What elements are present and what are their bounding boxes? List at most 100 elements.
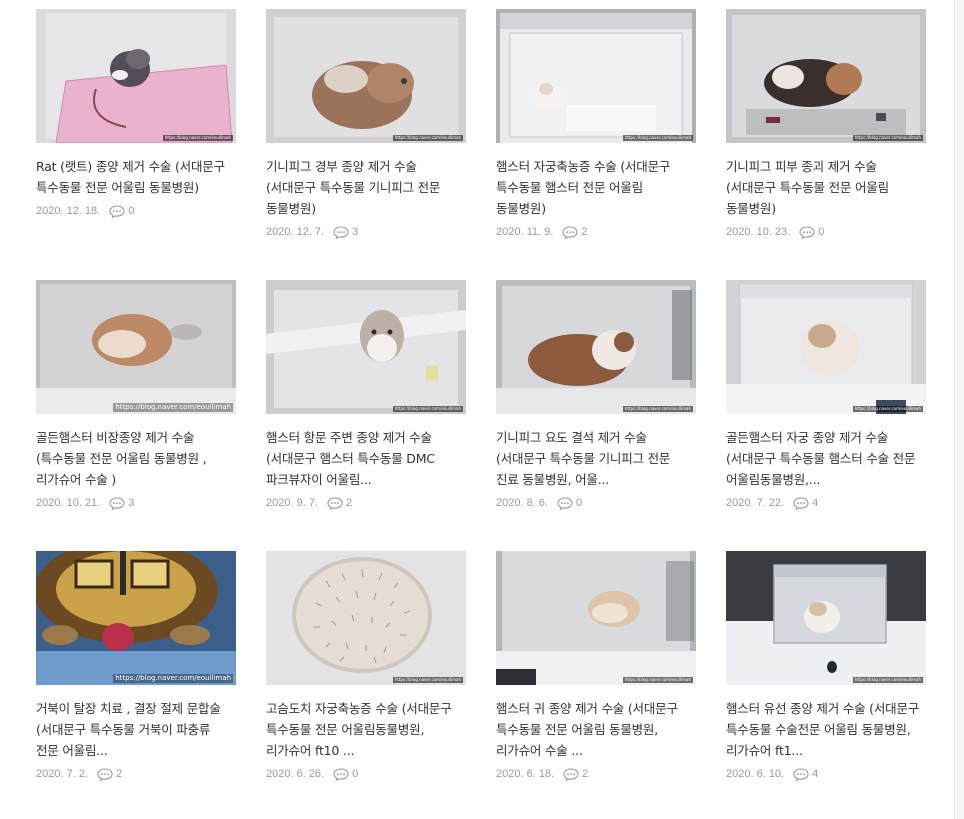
post-date: 2020. 7. 22. (726, 497, 785, 509)
thumbnail-watermark: https://blog.naver.com/eoullimah (852, 135, 923, 141)
post-card[interactable]: https://blog.naver.com/eoullimah 골든햄스터 자… (726, 280, 926, 511)
post-title[interactable]: 햄스터 귀 종양 제거 수술 (서대문구 특수동물 전문 어울림 동물병원, 리… (496, 698, 696, 761)
comment-count[interactable]: 0 (333, 767, 359, 781)
post-thumbnail[interactable]: https://blog.naver.com/eoullimah (726, 280, 926, 414)
post-date: 2020. 6. 10. (726, 768, 785, 780)
post-thumbnail[interactable]: https://blog.naver.com/eoullimah (496, 280, 696, 414)
post-title[interactable]: 거북이 탈장 치료 , 결장 절제 문합술 (서대문구 특수동물 거북이 파충류… (36, 698, 236, 761)
post-card[interactable]: https://blog.naver.com/eoullimah 거북이 탈장 … (36, 551, 236, 782)
comment-count-value: 0 (128, 205, 135, 217)
page-scroll-edge (954, 0, 964, 819)
post-card[interactable]: https://blog.naver.com/eoullimah 햄스터 귀 종… (496, 551, 696, 782)
post-meta: 2020. 9. 7. 2 (266, 495, 466, 511)
hamster-box-photo (266, 280, 466, 414)
post-thumbnail[interactable]: https://blog.naver.com/eoullimah (726, 551, 926, 685)
comment-count[interactable]: 2 (327, 496, 353, 510)
comment-bubble-icon (562, 225, 578, 239)
comment-count-value: 2 (582, 768, 589, 780)
comment-count-value: 0 (352, 768, 359, 780)
comment-bubble-icon (793, 496, 809, 510)
comment-bubble-icon (109, 204, 125, 218)
comment-bubble-icon (333, 767, 349, 781)
post-thumbnail[interactable]: https://blog.naver.com/eoullimah (496, 551, 696, 685)
post-date: 2020. 6. 26. (266, 768, 325, 780)
post-card[interactable]: https://blog.naver.com/eoullimah Rat (랫트… (36, 9, 236, 219)
post-card[interactable]: https://blog.naver.com/eoullimah 햄스터 자궁축… (496, 9, 696, 240)
post-card[interactable]: https://blog.naver.com/eoullimah 골든햄스터 비… (36, 280, 236, 511)
post-card[interactable]: https://blog.naver.com/eoullimah 햄스터 유선 … (726, 551, 926, 782)
post-date: 2020. 11. 9. (496, 226, 554, 238)
post-title[interactable]: Rat (랫트) 종양 제거 수술 (서대문구 특수동물 전문 어울림 동물병원… (36, 156, 236, 198)
post-meta: 2020. 6. 10. 4 (726, 766, 926, 782)
post-date: 2020. 12. 7. (266, 226, 325, 238)
post-title[interactable]: 기니피그 피부 종괴 제거 수술 (서대문구 특수동물 전문 어울림 동물병원) (726, 156, 926, 219)
thumbnail-watermark: https://blog.naver.com/eoullimah (113, 403, 233, 412)
comment-bubble-icon (557, 496, 573, 510)
post-date: 2020. 7. 2. (36, 768, 88, 780)
post-card[interactable]: https://blog.naver.com/eoullimah 기니피그 피부… (726, 9, 926, 240)
post-date: 2020. 10. 23. (726, 226, 791, 238)
comment-count-value: 0 (576, 497, 583, 509)
post-meta: 2020. 6. 18. 2 (496, 766, 696, 782)
thumbnail-watermark: https://blog.naver.com/eoullimah (162, 135, 233, 141)
post-card[interactable]: https://blog.naver.com/eoullimah 햄스터 항문 … (266, 280, 466, 511)
post-title[interactable]: 햄스터 유선 종양 제거 수술 (서대문구 특수동물 수술전문 어울림 동물병원… (726, 698, 926, 761)
post-title[interactable]: 골든햄스터 비장종양 제거 수술 (특수동물 전문 어울림 동물병원 , 리가슈… (36, 427, 236, 490)
post-thumbnail[interactable]: https://blog.naver.com/eoullimah (36, 551, 236, 685)
hamster-box-photo (496, 9, 696, 143)
comment-count-value: 4 (812, 497, 819, 509)
thumbnail-watermark: https://blog.naver.com/eoullimah (622, 135, 693, 141)
comment-count[interactable]: 2 (563, 767, 589, 781)
thumbnail-watermark: https://blog.naver.com/eoullimah (622, 677, 693, 683)
post-title[interactable]: 고슴도치 자궁축농증 수술 (서대문구 특수동물 전문 어울림동물병원, 리가슈… (266, 698, 466, 761)
hedgehog-photo (266, 551, 466, 685)
comment-count[interactable]: 3 (109, 496, 134, 510)
post-card[interactable]: https://blog.naver.com/eoullimah 기니피그 요도… (496, 280, 696, 511)
post-date: 2020. 8. 6. (496, 497, 548, 509)
guinea-pig-photo (266, 9, 466, 143)
post-meta: 2020. 7. 22. 4 (726, 495, 926, 511)
comment-count[interactable]: 0 (557, 496, 583, 510)
comment-bubble-icon (327, 496, 343, 510)
post-title[interactable]: 햄스터 항문 주변 종양 제거 수술 (서대문구 햄스터 특수동물 DMC 파크… (266, 427, 466, 490)
post-title[interactable]: 햄스터 자궁축농증 수술 (서대문구 특수동물 햄스터 전문 어울림 동물병원) (496, 156, 696, 219)
comment-bubble-icon (97, 767, 113, 781)
post-thumbnail[interactable]: https://blog.naver.com/eoullimah (36, 280, 236, 414)
post-thumbnail[interactable]: https://blog.naver.com/eoullimah (726, 9, 926, 143)
post-thumbnail[interactable]: https://blog.naver.com/eoullimah (266, 551, 466, 685)
comment-count[interactable]: 4 (793, 767, 818, 781)
tortoise-photo (36, 551, 236, 685)
comment-count-value: 3 (352, 226, 359, 238)
post-meta: 2020. 12. 7. 3 (266, 224, 466, 240)
post-card[interactable]: https://blog.naver.com/eoullimah 고슴도치 자궁… (266, 551, 466, 782)
comment-count[interactable]: 0 (799, 225, 825, 239)
post-date: 2020. 6. 18. (496, 768, 555, 780)
post-thumbnail[interactable]: https://blog.naver.com/eoullimah (266, 280, 466, 414)
comment-bubble-icon (333, 225, 349, 239)
post-title[interactable]: 기니피그 경부 종양 제거 수술 (서대문구 특수동물 기니피그 전문 동물병원… (266, 156, 466, 219)
post-meta: 2020. 10. 21. 3 (36, 495, 236, 511)
comment-bubble-icon (799, 225, 815, 239)
post-date: 2020. 12. 18. (36, 205, 101, 217)
hamster-box-photo (726, 551, 926, 685)
post-thumbnail[interactable]: https://blog.naver.com/eoullimah (496, 9, 696, 143)
comment-count[interactable]: 2 (562, 225, 587, 239)
comment-count-value: 2 (346, 497, 353, 509)
post-thumbnail[interactable]: https://blog.naver.com/eoullimah (36, 9, 236, 143)
comment-count[interactable]: 4 (793, 496, 819, 510)
comment-count[interactable]: 0 (109, 204, 135, 218)
comment-count[interactable]: 2 (97, 767, 122, 781)
post-title[interactable]: 기니피그 요도 결석 제거 수술 (서대문구 특수동물 기니피그 전문 진료 동… (496, 427, 696, 490)
post-meta: 2020. 11. 9. 2 (496, 224, 696, 240)
thumbnail-watermark: https://blog.naver.com/eoullimah (392, 135, 463, 141)
post-thumbnail[interactable]: https://blog.naver.com/eoullimah (266, 9, 466, 143)
thumbnail-watermark: https://blog.naver.com/eoullimah (852, 406, 923, 412)
hamster-box-photo (496, 551, 696, 685)
post-meta: 2020. 8. 6. 0 (496, 495, 696, 511)
comment-count-value: 0 (818, 226, 825, 238)
post-title[interactable]: 골든햄스터 자궁 종양 제거 수술 (서대문구 특수동물 햄스터 수술 전문 어… (726, 427, 926, 490)
post-card[interactable]: https://blog.naver.com/eoullimah 기니피그 경부… (266, 9, 466, 240)
post-meta: 2020. 7. 2. 2 (36, 766, 236, 782)
post-date: 2020. 10. 21. (36, 497, 101, 509)
comment-count[interactable]: 3 (333, 225, 359, 239)
